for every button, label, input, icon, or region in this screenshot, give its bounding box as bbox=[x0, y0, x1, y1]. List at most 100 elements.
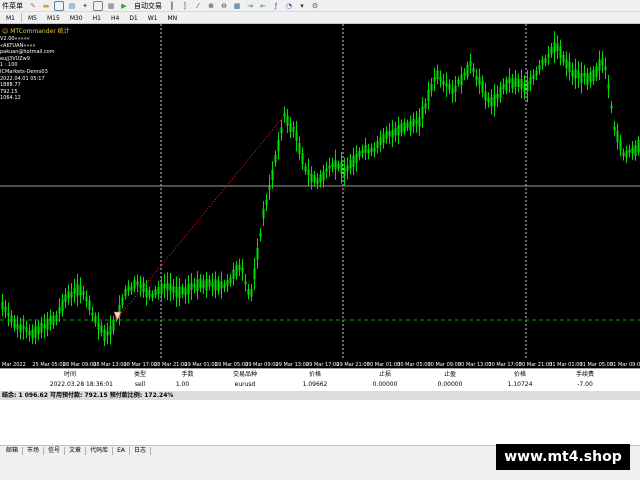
timeframe-h1[interactable]: H1 bbox=[89, 13, 105, 22]
folder-icon[interactable]: ▬ bbox=[41, 1, 51, 11]
candle-body bbox=[508, 77, 511, 84]
tab-ea[interactable]: EA bbox=[113, 446, 130, 455]
table-row[interactable]: 2022.03.28 18:36:01 sell 1.00 eurusd 1.0… bbox=[0, 380, 640, 389]
candle-body bbox=[214, 279, 217, 291]
chart-shift-icon[interactable]: ⇤ bbox=[258, 1, 268, 11]
candle-body bbox=[343, 167, 346, 176]
col-symbol[interactable]: 交易品种 bbox=[215, 370, 275, 379]
indicators-icon[interactable]: ƒ bbox=[271, 1, 281, 11]
tab-journal[interactable]: 日志 bbox=[130, 446, 151, 455]
col-lots[interactable]: 手数 bbox=[165, 370, 210, 379]
timeframe-mn[interactable]: MN bbox=[164, 13, 182, 22]
col-type[interactable]: 类型 bbox=[115, 370, 165, 379]
autotrade-icon[interactable]: ▶ bbox=[119, 1, 129, 11]
col-commission[interactable]: 手续费 bbox=[555, 370, 615, 379]
candle-body bbox=[634, 145, 637, 156]
candle-chart-icon[interactable]: ┇ bbox=[180, 1, 190, 11]
candle-body bbox=[541, 59, 544, 66]
tester-icon[interactable]: ▦ bbox=[106, 1, 116, 11]
window-icon[interactable] bbox=[54, 0, 64, 11]
toolbar-divider bbox=[21, 13, 22, 22]
timeframe-w1[interactable]: W1 bbox=[144, 13, 162, 22]
order-time: 2022.03.28 18:36:01 bbox=[49, 381, 113, 388]
candle-body bbox=[352, 155, 355, 168]
price-chart[interactable]: Mar 2022 25 Mar 05:00 28 Mar 09:00 28 Mar 1… bbox=[0, 24, 640, 368]
candle-body bbox=[247, 288, 250, 295]
candle-body bbox=[316, 178, 319, 184]
candle-body bbox=[13, 318, 16, 328]
candle-body bbox=[385, 131, 388, 139]
timeframe-h4[interactable]: H4 bbox=[107, 13, 123, 22]
line-chart-icon[interactable]: ⁄ bbox=[193, 1, 203, 11]
autoscroll-icon[interactable]: ⇥ bbox=[245, 1, 255, 11]
period-icon[interactable]: ◔ bbox=[284, 1, 294, 11]
candle-body bbox=[193, 283, 196, 288]
col-tp[interactable]: 止盈 bbox=[420, 370, 480, 379]
candle-body bbox=[448, 84, 451, 90]
orders-header-row: 时间 类型 手数 交易品种 价格 止损 止盈 价格 手续费 bbox=[0, 370, 640, 379]
navigator-icon[interactable]: ✦ bbox=[80, 1, 90, 11]
col-current-price[interactable]: 价格 bbox=[490, 370, 550, 379]
candle-body bbox=[22, 325, 25, 330]
tab-signals[interactable]: 信号 bbox=[44, 446, 66, 455]
timeframe-m30[interactable]: M30 bbox=[66, 13, 87, 22]
candle-body bbox=[403, 121, 406, 132]
tab-market[interactable]: 市场 bbox=[23, 446, 45, 455]
info-line: 792.15 bbox=[0, 88, 18, 95]
zoom-in-icon[interactable]: ⊕ bbox=[206, 1, 216, 11]
candle-body bbox=[349, 159, 352, 169]
candle-body bbox=[478, 77, 481, 86]
candle-body bbox=[163, 283, 166, 289]
candle-body bbox=[325, 168, 328, 172]
tab-code-base[interactable]: 代码库 bbox=[86, 446, 114, 455]
candle-body bbox=[427, 89, 430, 102]
candle-body bbox=[178, 286, 181, 299]
pencil-icon[interactable]: ✎ bbox=[28, 1, 38, 11]
timeframe-m5[interactable]: M5 bbox=[24, 13, 41, 22]
order-tp: 0.00000 bbox=[437, 381, 463, 388]
candle-body bbox=[517, 78, 520, 88]
candle-body bbox=[631, 147, 634, 154]
candle-body bbox=[496, 93, 499, 99]
templates-icon[interactable]: ▾ bbox=[297, 1, 307, 11]
order-sl: 0.00000 bbox=[372, 381, 398, 388]
candle-body bbox=[400, 123, 403, 133]
candle-body bbox=[586, 73, 589, 86]
candle-body bbox=[619, 140, 622, 151]
col-price[interactable]: 价格 bbox=[285, 370, 345, 379]
candle-body bbox=[145, 288, 148, 298]
candle-body bbox=[553, 41, 556, 53]
candle-body bbox=[127, 285, 130, 291]
chart-canvas[interactable]: Mar 2022 25 Mar 05:0028 Mar 09:0028 Mar 1… bbox=[0, 24, 640, 368]
candle-body bbox=[442, 81, 445, 85]
col-sl[interactable]: 止损 bbox=[355, 370, 415, 379]
candle-body bbox=[484, 91, 487, 101]
autotrade-button[interactable]: 自动交易 bbox=[132, 1, 164, 11]
col-time[interactable]: 时间 bbox=[40, 370, 100, 379]
zoom-out-icon[interactable]: ⊖ bbox=[219, 1, 229, 11]
tab-mailbox[interactable]: 邮箱 bbox=[2, 446, 24, 455]
candle-body bbox=[610, 105, 613, 109]
candle-body bbox=[607, 84, 610, 89]
candle-body bbox=[622, 152, 625, 157]
candle-body bbox=[373, 147, 376, 152]
candle-body bbox=[250, 289, 253, 297]
timeframe-m1[interactable]: M1 bbox=[2, 13, 19, 22]
candle-body bbox=[61, 299, 64, 312]
info-line: eujj3VUZw9 bbox=[0, 55, 30, 62]
candle-body bbox=[409, 121, 412, 131]
timeframe-m15[interactable]: M15 bbox=[43, 13, 64, 22]
timeframe-d1[interactable]: D1 bbox=[125, 13, 141, 22]
chart-icon[interactable]: ▤ bbox=[67, 1, 77, 11]
candle-body bbox=[274, 154, 277, 163]
terminal-icon[interactable] bbox=[93, 0, 103, 11]
candle-body bbox=[208, 279, 211, 287]
candle-body bbox=[70, 292, 73, 298]
candle-body bbox=[388, 131, 391, 137]
tab-articles[interactable]: 文章 bbox=[65, 446, 87, 455]
tile-icon[interactable]: ▦ bbox=[232, 1, 242, 11]
candle-body bbox=[574, 68, 577, 79]
bar-chart-icon[interactable]: ┃ bbox=[167, 1, 177, 11]
candle-body bbox=[154, 289, 157, 296]
settings-icon[interactable]: ⚙ bbox=[310, 1, 320, 11]
